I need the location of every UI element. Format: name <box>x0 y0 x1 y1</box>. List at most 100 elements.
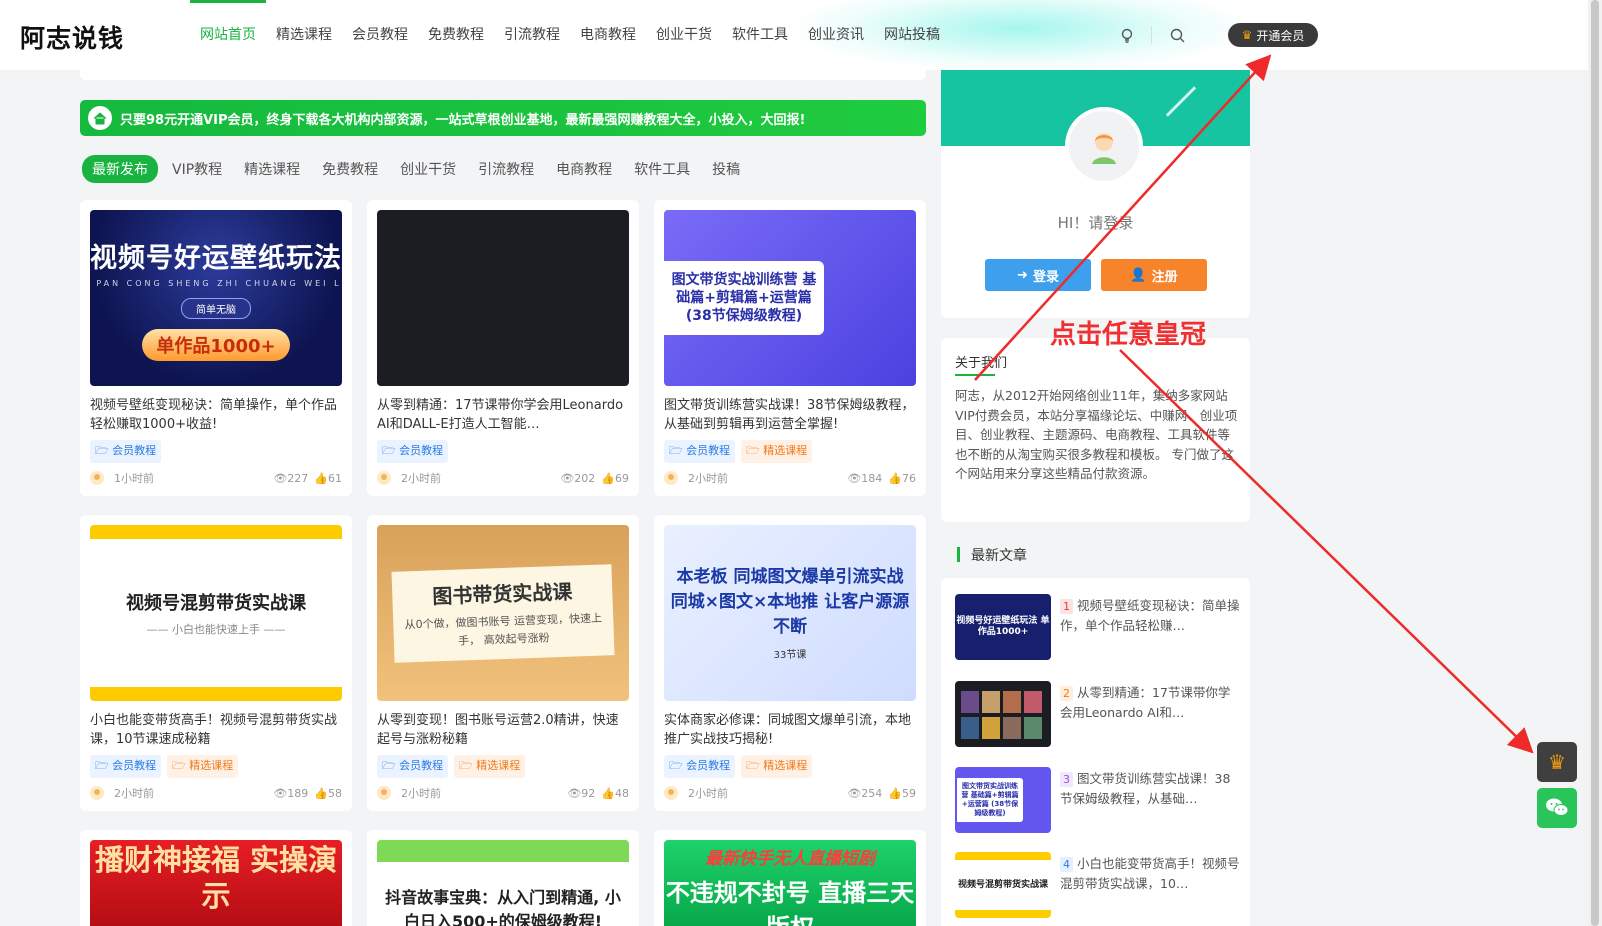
thumb-subline: NI PAN CONG SHENG ZHI CHUANG WEI LAI <box>90 278 342 288</box>
list-item[interactable]: 视频号混剪带货实战课 4 小白也能变带货高手！视频号混剪带货实战课，10… <box>955 852 1245 920</box>
post-time: 1小时前 <box>114 472 154 485</box>
post-thumbnail[interactable]: 最新快手无人直播短剧 不违规不封号 直播三天版权 <box>664 840 916 926</box>
latest-thumbnail[interactable]: 视频号好运壁纸玩法 单作品1000+ <box>955 594 1051 660</box>
tab-featured[interactable]: 精选课程 <box>244 159 300 179</box>
post-thumbnail[interactable]: 播财神接福 实操演示 <box>90 840 342 926</box>
nav-home[interactable]: 网站首页 <box>190 0 266 70</box>
scrollbar-thumb[interactable] <box>1591 0 1599 926</box>
badge-label: 精选课程 <box>189 759 234 772</box>
post-thumbnail[interactable]: 图文带货实战训练营 基础篇+剪辑篇+运营篇 (38节保姆级教程) <box>664 210 916 386</box>
list-item[interactable]: 2 从零到精通：17节课带你学会用Leonardo AI和… <box>955 681 1245 749</box>
badge-member[interactable]: 🗁 会员教程 <box>377 755 449 778</box>
post-card[interactable]: 本老板 同城图文爆单引流实战 同城×图文×本地推 让客户源源不断 33节课 实体… <box>654 515 926 811</box>
nav-submit[interactable]: 网站投稿 <box>874 0 950 70</box>
latest-title[interactable]: 2 从零到精通：17节课带你学会用Leonardo AI和… <box>1060 683 1240 723</box>
author-avatar[interactable] <box>90 471 104 485</box>
post-card[interactable]: 抖音故事宝典：从入门到精通, 小白日入500+的保姆级教程! <box>367 830 639 926</box>
crown-icon: ♛ <box>1548 750 1566 774</box>
list-item[interactable]: 视频号好运壁纸玩法 单作品1000+ 1 视频号壁纸变现秘诀：简单操作，单个作品轻… <box>955 594 1245 662</box>
like-count: 👍69 <box>601 471 629 485</box>
badge-member[interactable]: 🗁 会员教程 <box>90 440 162 463</box>
post-card[interactable]: 最新快手无人直播短剧 不违规不封号 直播三天版权 <box>654 830 926 926</box>
post-card[interactable]: 图文带货实战训练营 基础篇+剪辑篇+运营篇 (38节保姆级教程) 图文带货训练营… <box>654 200 926 496</box>
list-item[interactable]: 图文带货实战训练营 基础篇+剪辑篇+运营篇 (38节保姆级教程) 3 图文带货训练… <box>955 767 1245 835</box>
latest-thumbnail[interactable]: 视频号混剪带货实战课 <box>955 852 1051 918</box>
post-thumbnail[interactable] <box>377 210 629 386</box>
post-thumbnail[interactable]: 视频号好运壁纸玩法 NI PAN CONG SHENG ZHI CHUANG W… <box>90 210 342 386</box>
badge-member[interactable]: 🗁 会员教程 <box>377 440 449 463</box>
view-count: 👁254 <box>847 786 883 800</box>
nav-news[interactable]: 创业资讯 <box>798 0 874 70</box>
thumb-headline: 视频号混剪带货实战课 <box>126 593 306 614</box>
float-wechat-button[interactable] <box>1537 788 1577 828</box>
badge-featured[interactable]: 🗁 精选课程 <box>741 440 813 463</box>
thumb-headline: 图书带货实战课 <box>431 579 573 608</box>
post-title[interactable]: 视频号壁纸变现秘诀：简单操作，单个作品轻松赚取1000+收益! <box>90 396 342 434</box>
site-logo[interactable]: 阿志说钱 <box>20 19 124 55</box>
tab-ecommerce[interactable]: 电商教程 <box>556 159 612 179</box>
register-button[interactable]: 👤 注册 <box>1101 259 1207 291</box>
author-avatar[interactable] <box>377 786 391 800</box>
tab-latest[interactable]: 最新发布 <box>82 155 158 183</box>
nav-traffic[interactable]: 引流教程 <box>494 0 570 70</box>
search-icon[interactable] <box>1169 27 1185 43</box>
login-button[interactable]: ➜ 登录 <box>985 259 1091 291</box>
category-tabs: 最新发布 VIP教程 精选课程 免费教程 创业干货 引流教程 电商教程 软件工具… <box>82 155 762 183</box>
latest-title[interactable]: 4 小白也能变带货高手！视频号混剪带货实战课，10… <box>1060 854 1240 894</box>
theme-bulb-icon[interactable] <box>1119 27 1135 43</box>
announcement-bar: 只要98元开通VIP会员，终身下载各大机构内部资源，一站式草根创业基地，最新最强… <box>80 100 926 136</box>
nav-featured[interactable]: 精选课程 <box>266 0 342 70</box>
latest-thumbnail[interactable] <box>955 681 1051 747</box>
badge-label: 精选课程 <box>763 444 808 457</box>
nav-ecommerce[interactable]: 电商教程 <box>570 0 646 70</box>
badge-featured[interactable]: 🗁 精选课程 <box>167 755 239 778</box>
open-vip-button[interactable]: ♛ 开通会员 <box>1228 23 1318 47</box>
post-title[interactable]: 图文带货训练营实战课！38节保姆级教程，从基础到剪辑再到运营全掌握! <box>664 396 916 434</box>
tab-free[interactable]: 免费教程 <box>322 159 378 179</box>
nav-tools[interactable]: 软件工具 <box>722 0 798 70</box>
post-title[interactable]: 从零到变现！图书账号运营2.0精讲，快速起号与涨粉秘籍 <box>377 711 629 749</box>
post-card[interactable]: 图书带货实战课 从0个做，做图书账号 运营变现，快速上手， 高效起号涨粉 从零到… <box>367 515 639 811</box>
latest-thumbnail[interactable]: 图文带货实战训练营 基础篇+剪辑篇+运营篇 (38节保姆级教程) <box>955 767 1051 833</box>
author-avatar[interactable] <box>664 471 678 485</box>
avatar[interactable] <box>1065 107 1143 185</box>
badge-member[interactable]: 🗁 会员教程 <box>664 755 736 778</box>
badge-featured[interactable]: 🗁 精选课程 <box>741 755 813 778</box>
latest-articles-title: 最新文章 <box>957 545 1027 565</box>
float-vip-button[interactable]: ♛ <box>1537 742 1577 782</box>
nav-free[interactable]: 免费教程 <box>418 0 494 70</box>
post-card[interactable]: 播财神接福 实操演示 <box>80 830 352 926</box>
post-card[interactable]: 视频号好运壁纸玩法 NI PAN CONG SHENG ZHI CHUANG W… <box>80 200 352 496</box>
nav-member[interactable]: 会员教程 <box>342 0 418 70</box>
tab-vip[interactable]: VIP教程 <box>172 159 222 179</box>
post-card[interactable]: 从零到精通：17节课带你学会用Leonardo AI和DALL-E打造人工智能…… <box>367 200 639 496</box>
author-avatar[interactable] <box>90 786 104 800</box>
post-title[interactable]: 小白也能变带货高手！视频号混剪带货实战课，10节课速成秘籍 <box>90 711 342 749</box>
tab-startup[interactable]: 创业干货 <box>400 159 456 179</box>
post-thumbnail[interactable]: 视频号混剪带货实战课 —— 小白也能快速上手 —— <box>90 525 342 701</box>
badge-member[interactable]: 🗁 会员教程 <box>90 755 162 778</box>
nav-startup[interactable]: 创业干货 <box>646 0 722 70</box>
latest-title[interactable]: 3 图文带货训练营实战课！38节保姆级教程，从基础… <box>1060 769 1240 809</box>
tab-submit[interactable]: 投稿 <box>712 159 740 179</box>
post-thumbnail[interactable]: 抖音故事宝典：从入门到精通, 小白日入500+的保姆级教程! <box>377 840 629 926</box>
author-avatar[interactable] <box>664 786 678 800</box>
post-thumbnail[interactable]: 本老板 同城图文爆单引流实战 同城×图文×本地推 让客户源源不断 33节课 <box>664 525 916 701</box>
badge-member[interactable]: 🗁 会员教程 <box>664 440 736 463</box>
view-count: 👁189 <box>273 786 309 800</box>
post-meta: 2小时前 👁202 👍69 <box>377 470 629 486</box>
open-vip-label: 开通会员 <box>1256 28 1305 43</box>
tab-tools[interactable]: 软件工具 <box>634 159 690 179</box>
author-avatar[interactable] <box>377 471 391 485</box>
about-title: 关于我们 <box>955 352 1007 376</box>
wechat-icon <box>1546 798 1569 816</box>
post-card[interactable]: 视频号混剪带货实战课 —— 小白也能快速上手 —— 小白也能变带货高手！视频号混… <box>80 515 352 811</box>
latest-title[interactable]: 1 视频号壁纸变现秘诀：简单操作，单个作品轻松赚… <box>1060 596 1240 636</box>
tab-traffic[interactable]: 引流教程 <box>478 159 534 179</box>
page-scrollbar[interactable] <box>1588 0 1602 926</box>
badge-featured[interactable]: 🗁 精选课程 <box>454 755 526 778</box>
like-count: 👍59 <box>888 786 916 800</box>
post-title[interactable]: 实体商家必修课：同城图文爆单引流，本地推广实战技巧揭秘! <box>664 711 916 749</box>
post-thumbnail[interactable]: 图书带货实战课 从0个做，做图书账号 运营变现，快速上手， 高效起号涨粉 <box>377 525 629 701</box>
post-title[interactable]: 从零到精通：17节课带你学会用Leonardo AI和DALL-E打造人工智能… <box>377 396 629 434</box>
